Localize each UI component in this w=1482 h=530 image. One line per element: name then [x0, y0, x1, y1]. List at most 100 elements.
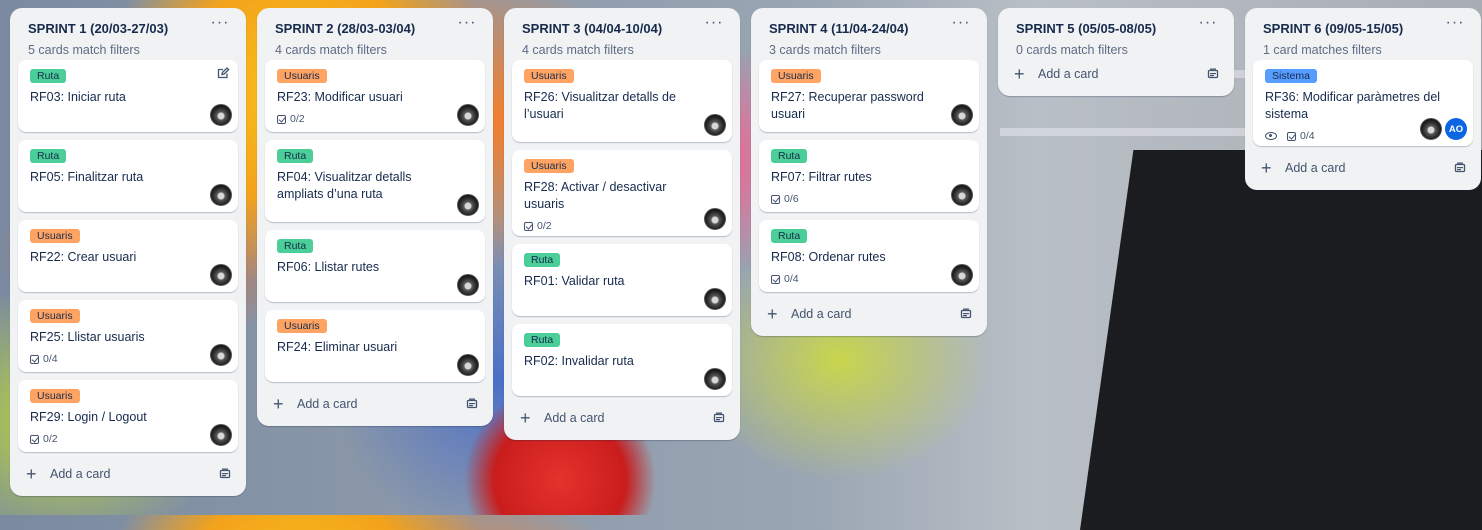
- card-title: RF27: Recuperar password usuari: [771, 90, 924, 121]
- list-title[interactable]: SPRINT 6 (09/05-15/05): [1263, 21, 1467, 37]
- member-avatar-initials[interactable]: AO: [1445, 118, 1467, 140]
- add-card-button[interactable]: + Add a card: [512, 404, 732, 432]
- card-label[interactable]: Ruta: [277, 239, 314, 253]
- card-template-icon[interactable]: [465, 397, 479, 411]
- card[interactable]: Usuaris RF28: Activar / desactivar usuari…: [512, 150, 732, 236]
- card[interactable]: Usuaris RF25: Llistar usuaris 0/4: [18, 300, 238, 372]
- card-template-icon[interactable]: [1453, 161, 1467, 175]
- list-header[interactable]: SPRINT 1 (20/03-27/03) 5 cards match filt…: [18, 8, 238, 60]
- card-title: RF25: Llistar usuaris: [30, 330, 145, 344]
- card-badges: 0/4: [30, 352, 226, 366]
- member-avatar[interactable]: [704, 114, 726, 136]
- card[interactable]: Ruta RF04: Visualitzar detalls ampliats d…: [265, 140, 485, 222]
- card-label[interactable]: Ruta: [30, 69, 67, 83]
- card-label[interactable]: Usuaris: [30, 229, 80, 243]
- list-menu-button[interactable]: ···: [1443, 15, 1467, 36]
- list-menu-button[interactable]: ···: [1196, 15, 1220, 36]
- card-label[interactable]: Usuaris: [771, 69, 821, 83]
- add-card-button[interactable]: + Add a card: [265, 390, 485, 418]
- member-avatar[interactable]: [210, 264, 232, 286]
- member-avatar[interactable]: [210, 344, 232, 366]
- list-menu-button[interactable]: ···: [949, 15, 973, 36]
- card[interactable]: Ruta RF02: Invalidar ruta: [512, 324, 732, 396]
- card-template-icon[interactable]: [959, 307, 973, 321]
- edit-card-icon[interactable]: [216, 66, 230, 80]
- list-header[interactable]: SPRINT 6 (09/05-15/05) 1 card matches fil…: [1253, 8, 1473, 60]
- card[interactable]: Ruta RF03: Iniciar ruta: [18, 60, 238, 132]
- member-avatar[interactable]: [457, 104, 479, 126]
- card-members: [951, 264, 973, 286]
- card-label[interactable]: Usuaris: [277, 69, 327, 83]
- member-avatar[interactable]: [457, 354, 479, 376]
- member-avatar[interactable]: [457, 274, 479, 296]
- member-avatar[interactable]: [457, 194, 479, 216]
- card[interactable]: Usuaris RF29: Login / Logout 0/2: [18, 380, 238, 452]
- card-label[interactable]: Ruta: [771, 149, 808, 163]
- member-avatar[interactable]: [704, 208, 726, 230]
- card-title: RF08: Ordenar rutes: [771, 250, 886, 264]
- checklist-icon: [30, 434, 39, 444]
- plus-icon: +: [1261, 158, 1272, 178]
- card-badges: [524, 129, 720, 143]
- card-label[interactable]: Ruta: [277, 149, 314, 163]
- card[interactable]: Ruta RF06: Llistar rutes: [265, 230, 485, 302]
- card-label[interactable]: Sistema: [1265, 69, 1317, 83]
- card-badges: [30, 192, 226, 206]
- list-menu-button[interactable]: ···: [455, 15, 479, 36]
- list-title[interactable]: SPRINT 5 (05/05-08/05): [1016, 21, 1220, 37]
- list-sprint-6: SPRINT 6 (09/05-15/05) 1 card matches fil…: [1245, 8, 1481, 190]
- card-label[interactable]: Ruta: [30, 149, 67, 163]
- list-filter-count: 1 card matches filters: [1263, 43, 1382, 57]
- checklist-icon: [771, 274, 780, 284]
- list-title[interactable]: SPRINT 4 (11/04-24/04): [769, 21, 973, 37]
- member-avatar[interactable]: [210, 184, 232, 206]
- card-template-icon[interactable]: [712, 411, 726, 425]
- card[interactable]: Usuaris RF24: Eliminar usuari: [265, 310, 485, 382]
- plus-icon: +: [767, 304, 778, 324]
- list-title[interactable]: SPRINT 1 (20/03-27/03): [28, 21, 232, 37]
- list-title[interactable]: SPRINT 3 (04/04-10/04): [522, 21, 726, 37]
- card[interactable]: Usuaris RF22: Crear usuari: [18, 220, 238, 292]
- member-avatar[interactable]: [704, 288, 726, 310]
- member-avatar[interactable]: [210, 424, 232, 446]
- card[interactable]: Usuaris RF23: Modificar usuari 0/2: [265, 60, 485, 132]
- member-avatar[interactable]: [951, 184, 973, 206]
- list-menu-button[interactable]: ···: [208, 15, 232, 36]
- card-label[interactable]: Ruta: [524, 253, 561, 267]
- member-avatar[interactable]: [951, 104, 973, 126]
- add-card-button[interactable]: + Add a card: [1006, 60, 1226, 88]
- add-card-button[interactable]: + Add a card: [18, 460, 238, 488]
- card[interactable]: Ruta RF07: Filtrar rutes 0/6: [759, 140, 979, 212]
- card-label[interactable]: Usuaris: [30, 389, 80, 403]
- list-header[interactable]: SPRINT 5 (05/05-08/05) 0 cards match filt…: [1006, 8, 1226, 60]
- card-label[interactable]: Usuaris: [30, 309, 80, 323]
- card[interactable]: Ruta RF05: Finalitzar ruta: [18, 140, 238, 212]
- card-label[interactable]: Usuaris: [524, 159, 574, 173]
- card[interactable]: Ruta RF08: Ordenar rutes 0/4: [759, 220, 979, 292]
- card-title: RF24: Eliminar usuari: [277, 340, 398, 354]
- card[interactable]: Usuaris RF26: Visualitzar detalls de l’us…: [512, 60, 732, 142]
- add-card-button[interactable]: + Add a card: [759, 300, 979, 328]
- card-template-icon[interactable]: [1206, 67, 1220, 81]
- member-avatar[interactable]: [951, 264, 973, 286]
- card-label[interactable]: Usuaris: [524, 69, 574, 83]
- card-label[interactable]: Ruta: [771, 229, 808, 243]
- card-label[interactable]: Ruta: [524, 333, 561, 347]
- list-header[interactable]: SPRINT 4 (11/04-24/04) 3 cards match filt…: [759, 8, 979, 60]
- checklist-badge: 0/2: [30, 433, 58, 445]
- member-avatar[interactable]: [210, 104, 232, 126]
- card[interactable]: Ruta RF01: Validar ruta: [512, 244, 732, 316]
- list-title[interactable]: SPRINT 2 (28/03-03/04): [275, 21, 479, 37]
- card[interactable]: Usuaris RF27: Recuperar password usuari: [759, 60, 979, 132]
- checklist-count: 0/4: [1300, 130, 1315, 142]
- list-header[interactable]: SPRINT 2 (28/03-03/04) 4 cards match filt…: [265, 8, 485, 60]
- card-title: RF06: Llistar rutes: [277, 260, 380, 274]
- list-menu-button[interactable]: ···: [702, 15, 726, 36]
- card[interactable]: Sistema RF36: Modificar paràmetres del si…: [1253, 60, 1473, 146]
- card-label[interactable]: Usuaris: [277, 319, 327, 333]
- member-avatar[interactable]: [1420, 118, 1442, 140]
- member-avatar[interactable]: [704, 368, 726, 390]
- add-card-button[interactable]: + Add a card: [1253, 154, 1473, 182]
- list-header[interactable]: SPRINT 3 (04/04-10/04) 4 cards match filt…: [512, 8, 732, 60]
- card-template-icon[interactable]: [218, 467, 232, 481]
